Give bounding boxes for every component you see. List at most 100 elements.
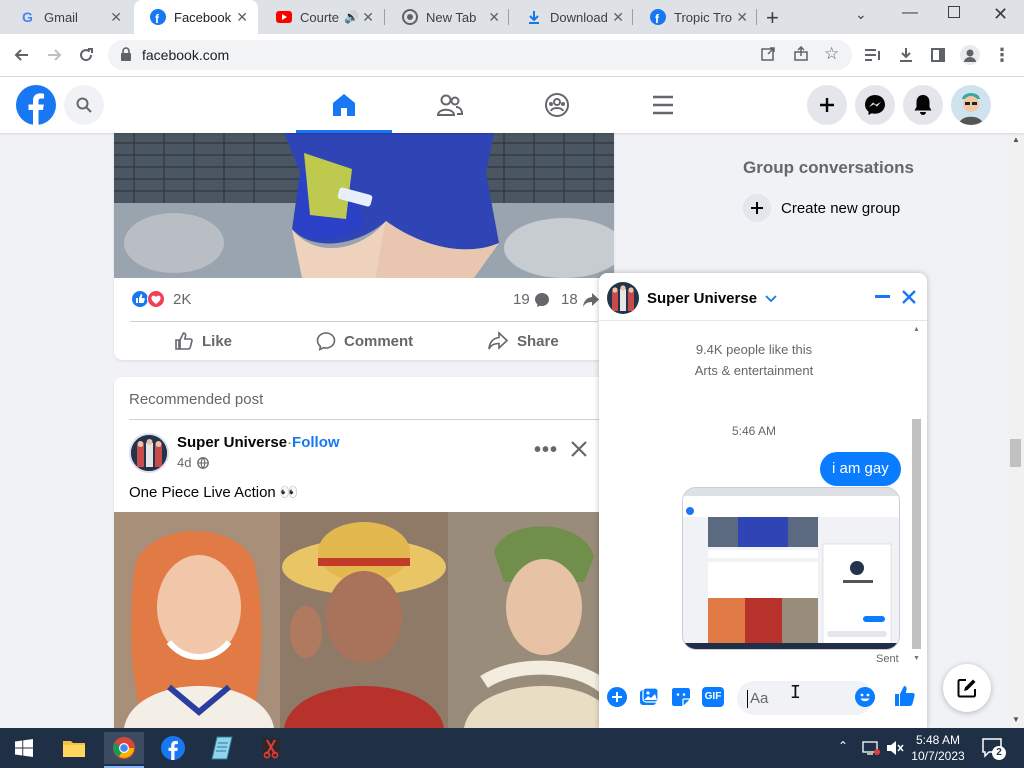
screenshot-thumbnail-image [683,488,899,649]
nav-home[interactable] [296,77,392,133]
restore-button[interactable] [948,6,960,18]
new-message-button[interactable] [943,664,991,712]
minimize-chat-icon[interactable] [875,295,890,298]
facebook-logo-icon[interactable] [16,85,56,130]
scroll-down-arrow-icon[interactable]: ▼ [1012,715,1020,724]
share-icon[interactable] [793,45,809,67]
send-like-button[interactable] [894,685,916,712]
new-tab-button[interactable]: + [766,5,779,31]
post-image[interactable] [114,133,614,278]
comment-button[interactable]: Comment [316,331,413,351]
address-bar-row: facebook.com ☆ ⋮ [0,34,1024,77]
chat-name: Super Universe [647,290,758,307]
side-panel-icon[interactable] [928,45,948,65]
close-icon[interactable]: ✕ [110,9,122,26]
messenger-button[interactable] [855,85,895,125]
menu-kebab-icon[interactable]: ⋮ [992,45,1012,65]
gif-button[interactable]: GIF [702,687,724,707]
chat-scrollbar[interactable]: ▲ ▼ [909,321,925,667]
post-time[interactable]: 4d [177,455,191,470]
attach-photo-button[interactable] [639,687,659,712]
follow-link[interactable]: Follow [292,434,340,451]
create-new-group-button[interactable]: Create new group [743,194,900,222]
speaker-icon[interactable]: 🔊 [344,10,359,24]
reading-list-icon[interactable] [863,45,883,65]
tab-youtube[interactable]: Courte 🔊 ✕ [260,0,384,34]
like-button[interactable]: Like [174,331,232,351]
sticker-button[interactable] [671,687,691,712]
minimize-button[interactable]: — [902,4,918,22]
close-chat-button[interactable] [901,289,917,310]
windows-taskbar: ⌃ 5:48 AM 10/7/2023 2 [0,728,1024,768]
chat-messages: 9.4K people like this Arts & entertainme… [599,321,909,667]
author-avatar[interactable] [129,433,169,473]
page-scrollbar[interactable]: ▲ ▼ [1008,133,1024,728]
tab-tropic[interactable]: f Tropic Tro ✕ [634,0,758,34]
lock-icon[interactable] [120,47,132,66]
network-icon[interactable] [862,740,880,761]
gmail-icon: G [20,9,36,25]
page-avatar-image [131,435,167,471]
create-button[interactable] [807,85,847,125]
tab-new-tab[interactable]: New Tab ✕ [386,0,510,34]
show-hidden-icons-icon[interactable]: ⌃ [838,739,848,753]
shares-count-link[interactable]: 18 [561,291,600,308]
scrollbar-thumb[interactable] [912,419,921,649]
notifications-button[interactable] [903,85,943,125]
close-icon[interactable]: ✕ [612,9,624,26]
post-image[interactable] [114,512,614,728]
reactions-summary[interactable]: 2K [131,290,191,308]
tab-gmail[interactable]: G Gmail ✕ [4,0,132,34]
reload-icon[interactable] [76,45,96,65]
tab-download[interactable]: Download ✕ [510,0,634,34]
omnibox[interactable]: facebook.com ☆ [108,40,852,70]
emoji-button[interactable] [855,687,875,712]
comments-count-link[interactable]: 19 [513,291,550,308]
account-avatar[interactable] [951,85,991,125]
nav-groups[interactable] [509,77,605,133]
scrollbar-thumb[interactable] [1010,439,1021,467]
tab-facebook[interactable]: f Facebook ✕ [134,0,258,34]
nav-friends[interactable] [402,77,498,133]
bookmark-star-icon[interactable]: ☆ [824,44,839,64]
chat-title-button[interactable]: Super Universe [647,290,777,307]
profile-icon[interactable] [960,45,980,65]
share-button[interactable]: Share [487,331,559,351]
taskbar-notepad[interactable] [202,732,242,764]
clock[interactable]: 5:48 AM 10/7/2023 [908,732,968,764]
chat-avatar[interactable] [607,282,639,314]
volume-icon[interactable] [886,740,904,761]
search-button[interactable] [64,85,104,125]
taskbar-file-explorer[interactable] [54,732,94,764]
close-icon[interactable]: ✕ [488,9,500,26]
more-options-icon[interactable]: ••• [534,439,558,462]
taskbar-snipping-tool[interactable] [251,732,291,764]
like-label: Like [202,332,233,350]
more-actions-button[interactable] [607,687,627,707]
close-icon[interactable]: ✕ [362,9,374,26]
sent-message-bubble[interactable]: i am gay [820,452,901,486]
sent-screenshot-image[interactable] [682,487,900,650]
message-input[interactable]: Aa [737,681,873,715]
window-close-button[interactable]: ✕ [993,4,1008,25]
scroll-up-arrow-icon[interactable]: ▲ [1012,135,1020,144]
taskbar-chrome[interactable] [104,732,144,768]
tab-search-icon[interactable]: ⌄ [855,6,867,23]
action-center-button[interactable]: 2 [981,737,1006,764]
open-in-app-icon[interactable] [760,46,776,67]
close-icon[interactable]: ✕ [736,9,748,26]
hide-post-button[interactable] [570,440,588,463]
back-icon[interactable] [12,45,32,65]
taskbar-facebook[interactable] [153,732,193,764]
url-text[interactable]: facebook.com [142,47,229,63]
author-name[interactable]: Super Universe [177,434,287,451]
recommended-post-card: Recommended post Super Universe · Follow… [114,377,614,728]
scroll-up-arrow-icon[interactable]: ▲ [913,326,920,333]
nav-menu[interactable] [615,77,711,133]
notification-count-badge: 2 [992,746,1006,760]
forward-icon[interactable] [44,45,64,65]
start-button[interactable] [4,732,44,764]
close-icon[interactable]: ✕ [236,9,248,26]
scroll-down-arrow-icon[interactable]: ▼ [913,655,920,662]
downloads-icon[interactable] [896,45,916,65]
